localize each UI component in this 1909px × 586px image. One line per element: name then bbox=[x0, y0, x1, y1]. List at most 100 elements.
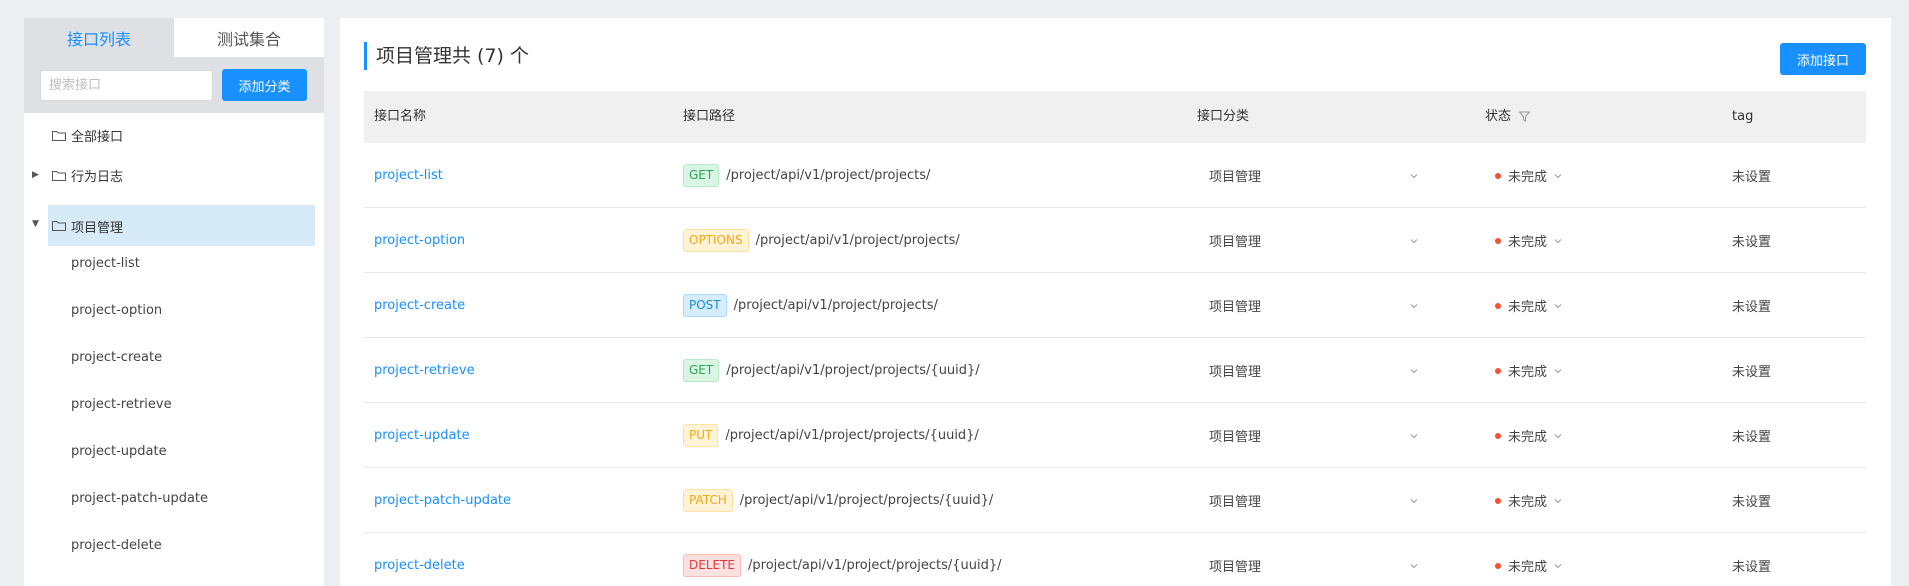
status-select[interactable]: 未完成 bbox=[1495, 166, 1563, 185]
table-row: project-create POST/project/api/v1/projec… bbox=[364, 273, 1866, 338]
api-path: /project/api/v1/project/projects/{uuid}/ bbox=[726, 363, 980, 378]
add-category-button[interactable]: 添加分类 bbox=[222, 69, 307, 101]
chevron-down-icon bbox=[1554, 498, 1562, 503]
chevron-down-icon bbox=[1554, 303, 1562, 308]
cell-category: 项目管理 bbox=[1197, 403, 1419, 468]
api-name-link[interactable]: project-list bbox=[374, 168, 443, 183]
cell-status: 未完成 bbox=[1495, 143, 1563, 208]
status-select[interactable]: 未完成 bbox=[1495, 296, 1563, 315]
caret-down-icon[interactable]: ▼ bbox=[32, 219, 39, 229]
cell-tag: 未设置 bbox=[1732, 403, 1771, 468]
tree-node-all[interactable]: 全部接口 bbox=[24, 125, 324, 145]
category-value: 项目管理 bbox=[1209, 170, 1262, 185]
tree-leaf-project-update[interactable]: project-update bbox=[71, 444, 167, 459]
tree-node-project-management[interactable]: ▼ 项目管理 bbox=[24, 205, 324, 246]
cell-path: DELETE/project/api/v1/project/projects/{… bbox=[683, 533, 1001, 586]
chevron-down-icon bbox=[1554, 433, 1562, 438]
tree-leaf-project-retrieve[interactable]: project-retrieve bbox=[71, 397, 172, 412]
status-value: 未完成 bbox=[1508, 495, 1548, 510]
tree-node-behavior-log[interactable]: ▶ 行为日志 bbox=[24, 165, 324, 185]
method-badge: PATCH bbox=[683, 489, 733, 512]
status-value: 未完成 bbox=[1508, 300, 1548, 315]
cell-name: project-retrieve bbox=[374, 338, 475, 403]
tree-leaf-project-delete[interactable]: project-delete bbox=[71, 538, 162, 553]
cell-status: 未完成 bbox=[1495, 338, 1563, 403]
column-header-status: 状态 bbox=[1485, 109, 1512, 124]
tree-leaf-project-patch-update[interactable]: project-patch-update bbox=[71, 491, 208, 506]
category-select[interactable]: 项目管理 bbox=[1197, 361, 1419, 380]
status-dot bbox=[1495, 302, 1501, 309]
add-api-button[interactable]: 添加接口 bbox=[1780, 43, 1866, 75]
category-select[interactable]: 项目管理 bbox=[1197, 556, 1419, 575]
method-badge: GET bbox=[683, 164, 720, 187]
cell-path: PATCH/project/api/v1/project/projects/{u… bbox=[683, 468, 993, 533]
api-path: /project/api/v1/project/projects/ bbox=[755, 233, 960, 248]
cell-path: GET/project/api/v1/project/projects/{uui… bbox=[683, 338, 980, 403]
status-select[interactable]: 未完成 bbox=[1495, 491, 1563, 510]
category-select[interactable]: 项目管理 bbox=[1197, 296, 1419, 315]
table-row: project-delete DELETE/project/api/v1/proj… bbox=[364, 533, 1866, 586]
tree-node-label: 行为日志 bbox=[71, 169, 124, 185]
cell-category: 项目管理 bbox=[1197, 143, 1419, 208]
status-value: 未完成 bbox=[1508, 170, 1548, 185]
cell-category: 项目管理 bbox=[1197, 468, 1419, 533]
tree-node-label: 项目管理 bbox=[71, 221, 124, 236]
cell-path: PUT/project/api/v1/project/projects/{uui… bbox=[683, 403, 979, 468]
status-select[interactable]: 未完成 bbox=[1495, 361, 1563, 380]
status-dot bbox=[1495, 562, 1501, 569]
category-select[interactable]: 项目管理 bbox=[1197, 231, 1419, 250]
tree-leaf-project-option[interactable]: project-option bbox=[71, 303, 162, 318]
table-row: project-retrieve GET/project/api/v1/proje… bbox=[364, 338, 1866, 403]
category-value: 项目管理 bbox=[1209, 495, 1262, 510]
chevron-down-icon bbox=[1410, 173, 1418, 178]
chevron-down-icon bbox=[1410, 303, 1418, 308]
api-name-link[interactable]: project-delete bbox=[374, 558, 465, 573]
search-row: 添加分类 bbox=[24, 57, 324, 113]
tag-value: 未设置 bbox=[1732, 365, 1772, 380]
api-name-link[interactable]: project-create bbox=[374, 298, 465, 313]
status-select[interactable]: 未完成 bbox=[1495, 231, 1563, 250]
tab-api-list[interactable]: 接口列表 bbox=[24, 18, 174, 57]
status-value: 未完成 bbox=[1508, 430, 1548, 445]
table-row: project-patch-update PATCH/project/api/v1… bbox=[364, 468, 1866, 533]
api-name-link[interactable]: project-patch-update bbox=[374, 493, 511, 508]
cell-name: project-delete bbox=[374, 533, 465, 586]
chevron-down-icon bbox=[1410, 498, 1418, 503]
category-select[interactable]: 项目管理 bbox=[1197, 166, 1419, 185]
api-name-link[interactable]: project-option bbox=[374, 233, 465, 248]
status-select[interactable]: 未完成 bbox=[1495, 426, 1563, 445]
caret-right-icon[interactable]: ▶ bbox=[32, 170, 39, 180]
api-path: /project/api/v1/project/projects/{uuid}/ bbox=[739, 493, 994, 508]
chevron-down-icon bbox=[1410, 368, 1418, 373]
tree-leaf-project-list[interactable]: project-list bbox=[71, 256, 140, 271]
category-value: 项目管理 bbox=[1209, 235, 1262, 250]
tab-test-collection[interactable]: 测试集合 bbox=[174, 18, 324, 57]
folder-icon bbox=[52, 170, 66, 181]
cell-path: POST/project/api/v1/project/projects/ bbox=[683, 273, 938, 338]
column-header-tag: tag bbox=[1732, 109, 1754, 124]
cell-tag: 未设置 bbox=[1732, 143, 1771, 208]
category-value: 项目管理 bbox=[1209, 560, 1262, 575]
tree-leaf-project-create[interactable]: project-create bbox=[71, 350, 162, 365]
method-badge: DELETE bbox=[683, 554, 742, 577]
search-input[interactable] bbox=[40, 69, 213, 101]
cell-category: 项目管理 bbox=[1197, 533, 1419, 586]
api-name-link[interactable]: project-retrieve bbox=[374, 363, 475, 378]
status-select[interactable]: 未完成 bbox=[1495, 556, 1563, 575]
api-path: /project/api/v1/project/projects/{uuid}/ bbox=[725, 428, 979, 443]
cell-tag: 未设置 bbox=[1732, 533, 1771, 586]
folder-icon bbox=[52, 130, 66, 141]
status-value: 未完成 bbox=[1508, 235, 1548, 250]
folder-icon bbox=[52, 221, 66, 231]
category-select[interactable]: 项目管理 bbox=[1197, 491, 1419, 510]
chevron-down-icon bbox=[1554, 563, 1562, 568]
api-name-link[interactable]: project-update bbox=[374, 428, 470, 443]
status-value: 未完成 bbox=[1508, 365, 1548, 380]
filter-icon[interactable] bbox=[1519, 111, 1530, 122]
category-select[interactable]: 项目管理 bbox=[1197, 426, 1419, 445]
chevron-down-icon bbox=[1410, 238, 1418, 243]
cell-status: 未完成 bbox=[1495, 468, 1563, 533]
tag-value: 未设置 bbox=[1732, 235, 1772, 250]
cell-category: 项目管理 bbox=[1197, 208, 1419, 273]
status-dot bbox=[1495, 172, 1501, 179]
